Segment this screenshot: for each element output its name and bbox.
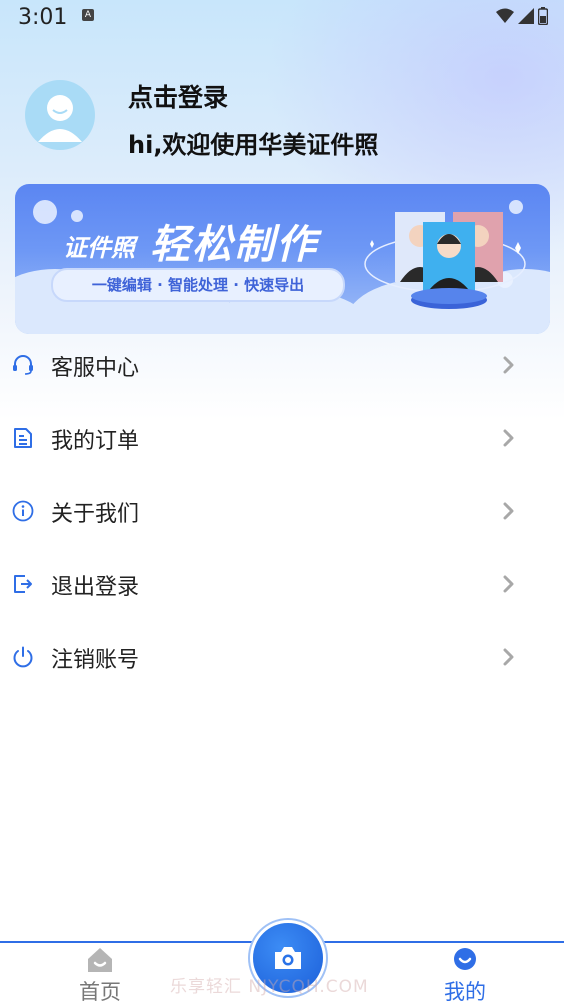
a-icon: A <box>82 9 94 21</box>
headset-icon <box>13 355 33 375</box>
menu-item-label: 我的订单 <box>51 429 140 454</box>
tab-home[interactable]: 首页 <box>40 943 160 1006</box>
order-icon <box>14 428 32 448</box>
menu-item-label: 退出登录 <box>51 575 140 600</box>
tab-mine[interactable]: 我的 <box>405 943 525 1006</box>
info-icon <box>12 500 34 522</box>
logout-icon <box>14 575 32 593</box>
menu-item-delete-account[interactable]: 注销账号 <box>0 621 564 694</box>
menu-item-label: 注销账号 <box>51 648 140 673</box>
home-icon <box>88 948 112 972</box>
battery-icon <box>538 7 548 25</box>
camera-icon <box>275 947 301 969</box>
welcome-text: hi,欢迎使用华美证件照 <box>128 131 379 159</box>
menu-item-my-orders[interactable]: 我的订单 <box>0 402 564 475</box>
tab-mine-label: 我的 <box>444 980 486 1004</box>
status-time: 3:01 <box>18 5 68 30</box>
chevron-right-icon <box>503 356 514 374</box>
profile-section[interactable]: 点击登录 hi,欢迎使用华美证件照 <box>0 70 564 170</box>
chevron-right-icon <box>503 429 514 447</box>
tab-home-label: 首页 <box>79 980 121 1004</box>
user-avatar-icon[interactable] <box>25 80 95 150</box>
banner-bubble <box>71 210 83 222</box>
login-link[interactable]: 点击登录 <box>128 78 228 114</box>
chevron-right-icon <box>503 575 514 593</box>
menu-item-label: 客服中心 <box>51 356 140 381</box>
banner-bubble <box>33 200 57 224</box>
id-photo-illustration <box>364 212 526 309</box>
signal-icon <box>518 8 534 24</box>
menu-item-label: 关于我们 <box>51 502 140 527</box>
status-bar: 3:01 A <box>0 0 564 34</box>
power-icon <box>13 646 33 668</box>
menu-item-customer-service[interactable]: 客服中心 <box>0 329 564 402</box>
id-photo-banner[interactable]: 证件照 轻松制作 一键编辑 · 智能处理 · 快速导出 <box>15 184 550 334</box>
watermark-text: 乐享轻汇 NJYCQH.COM <box>170 977 369 997</box>
banner-features: 一键编辑 · 智能处理 · 快速导出 <box>51 268 345 302</box>
chevron-right-icon <box>503 502 514 520</box>
menu-item-about-us[interactable]: 关于我们 <box>0 475 564 548</box>
banner-title-small: 证件照 <box>63 234 135 262</box>
banner-title-big: 轻松制作 <box>150 222 318 268</box>
status-icons <box>496 7 548 25</box>
mine-icon <box>454 948 476 970</box>
menu-item-logout[interactable]: 退出登录 <box>0 548 564 621</box>
settings-menu: 客服中心 我的订单 关于我们 退出登录 注销账号 <box>0 329 564 694</box>
chevron-right-icon <box>503 648 514 666</box>
wifi-icon <box>496 8 514 23</box>
